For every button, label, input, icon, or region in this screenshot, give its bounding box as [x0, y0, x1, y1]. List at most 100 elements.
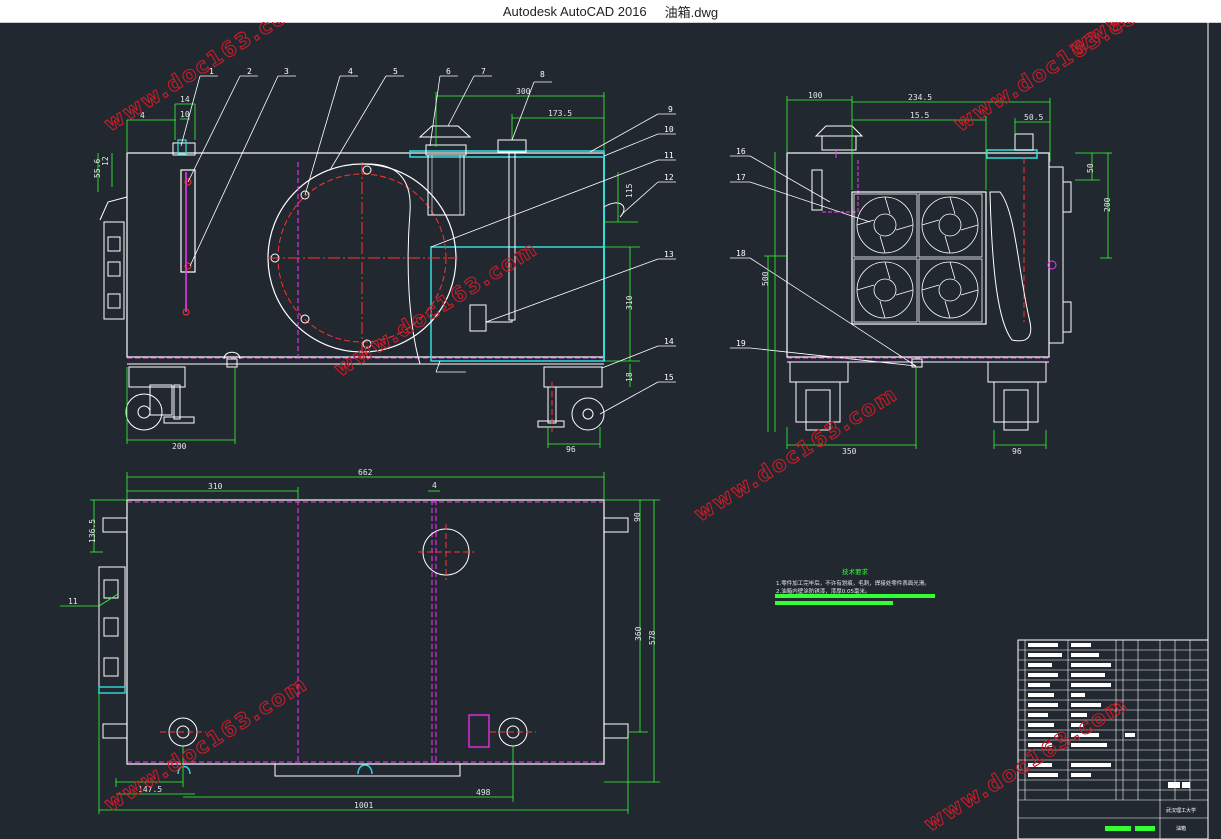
drawing-name: 油箱 — [1176, 825, 1186, 832]
caster-wheel — [1003, 389, 1029, 431]
bottom-drain — [357, 764, 373, 775]
side-body-outline — [786, 152, 1050, 358]
plate-bracket — [1062, 301, 1072, 333]
part-label: 17 — [736, 173, 746, 182]
part-label: 4 — [348, 67, 353, 76]
part-label: 14 — [664, 337, 674, 346]
part-label: 13 — [664, 250, 674, 259]
air-filter-base — [821, 135, 857, 151]
suction-flange — [497, 139, 527, 153]
cooling-fans — [853, 193, 983, 323]
watermark-text: www.doc163.com — [100, 671, 312, 816]
caster-mount — [128, 366, 186, 388]
dim-234-5: 234.5 — [908, 93, 932, 102]
dim-310: 310 — [208, 482, 223, 491]
app-title: Autodesk AutoCAD 2016 — [502, 3, 647, 19]
caster-hub — [137, 405, 151, 419]
watermarks: www.doc163.com www.doc163.com www.doc163… — [99, 22, 1221, 837]
dim-4: 4 — [432, 481, 437, 490]
top-view[interactable]: 310 662 4 136.5 90 360 578 11 147.5 498 … — [60, 468, 660, 814]
front-view[interactable]: 14 10 4 12 55.6 300 173.5 115 310 18 200… — [93, 87, 640, 454]
side-lug — [102, 517, 128, 533]
side-top-plate — [986, 149, 1038, 159]
part-label: 8 — [540, 70, 545, 79]
caster-wheel — [125, 393, 163, 431]
dim-500: 500 — [761, 271, 770, 286]
notes-line-2: 2.油箱内壁涂防锈漆，漆厚0.05毫米。 — [776, 587, 871, 595]
caster-mount — [543, 366, 603, 388]
title-bar: Autodesk AutoCAD 2016 油箱.dwg — [0, 0, 1221, 23]
side-suction-flange — [1014, 133, 1034, 151]
caster-hub — [582, 408, 594, 420]
air-filter-cap — [814, 125, 864, 137]
dim-96: 96 — [566, 445, 576, 454]
notes-title: 技术要求 — [842, 567, 869, 576]
dim-578: 578 — [648, 630, 657, 645]
dim-300: 300 — [516, 87, 531, 96]
top-body-outline — [126, 499, 605, 765]
technical-requirements: 技术要求 1.零件加工完毕后，不许有划痕，毛刺，焊接处零件表面光滑。 2.油箱内… — [775, 567, 935, 605]
dim-96: 96 — [1012, 447, 1022, 456]
dim-136-5: 136.5 — [88, 519, 97, 543]
suction-pipe — [508, 151, 516, 321]
caster-wheel — [571, 397, 605, 431]
part-label: 2 — [247, 67, 252, 76]
dim-11: 11 — [68, 597, 78, 606]
drawing-canvas[interactable]: 14 10 4 12 55.6 300 173.5 115 310 18 200… — [0, 22, 1221, 839]
bolt-hole — [300, 314, 310, 324]
part-label: 10 — [664, 125, 674, 134]
watermark-text: www.doc163.com — [100, 22, 312, 136]
leader-lines — [180, 75, 917, 415]
right-side-plate — [1048, 166, 1064, 344]
dim-115: 115 — [625, 183, 634, 198]
part-label: 5 — [393, 67, 398, 76]
caster-fork — [993, 381, 1039, 423]
part-label: 12 — [664, 173, 674, 182]
note-highlight — [775, 594, 935, 598]
air-filter-cap — [418, 125, 472, 138]
dim-50: 50 — [1086, 163, 1095, 173]
caster-mount — [987, 361, 1047, 383]
dim-360: 360 — [634, 626, 643, 641]
dim-18: 18 — [625, 372, 634, 382]
watermark-text: www.doc163.com — [950, 22, 1162, 136]
side-lug — [102, 723, 128, 739]
plate-slot — [107, 293, 121, 309]
plate-slot — [103, 617, 119, 637]
dim-200: 200 — [172, 442, 187, 451]
part-label: 6 — [446, 67, 451, 76]
caster-mount — [789, 361, 849, 383]
dim-173-5: 173.5 — [548, 109, 572, 118]
file-name: 油箱.dwg — [664, 4, 719, 20]
side-lug — [603, 517, 629, 533]
top-dimensions — [60, 472, 660, 814]
dim-15-5: 15.5 — [910, 111, 929, 120]
part-label: 3 — [284, 67, 289, 76]
part-label: 16 — [736, 147, 746, 156]
dim-14: 14 — [180, 95, 190, 104]
side-view[interactable]: 100 234.5 15.5 50.5 50 200 500 350 96 — [761, 91, 1112, 456]
leveler-foot — [537, 420, 565, 428]
part-label: 19 — [736, 339, 746, 348]
school-name: 武汉理工大学 — [1166, 807, 1196, 814]
tb-highlight — [1105, 826, 1131, 831]
caster-fork — [149, 384, 173, 416]
left-lug — [99, 196, 128, 221]
plate-slot — [103, 657, 119, 677]
dim-1001: 1001 — [354, 801, 373, 810]
front-dimensions — [97, 92, 640, 448]
part-label: 15 — [664, 373, 674, 382]
plate-weld — [98, 686, 126, 694]
leveler-foot — [163, 416, 195, 424]
plate-slot — [107, 261, 121, 277]
dim-90: 90 — [633, 512, 642, 522]
dim-55-6: 55.6 — [93, 159, 102, 178]
dim-498: 498 — [476, 788, 491, 797]
side-lug — [603, 723, 629, 739]
leveler-screw — [173, 384, 181, 420]
dim-100: 100 — [808, 91, 823, 100]
part-label: 7 — [481, 67, 486, 76]
dim-200: 200 — [1103, 197, 1112, 212]
bolt-hole — [362, 165, 372, 175]
filter-body — [427, 154, 465, 216]
